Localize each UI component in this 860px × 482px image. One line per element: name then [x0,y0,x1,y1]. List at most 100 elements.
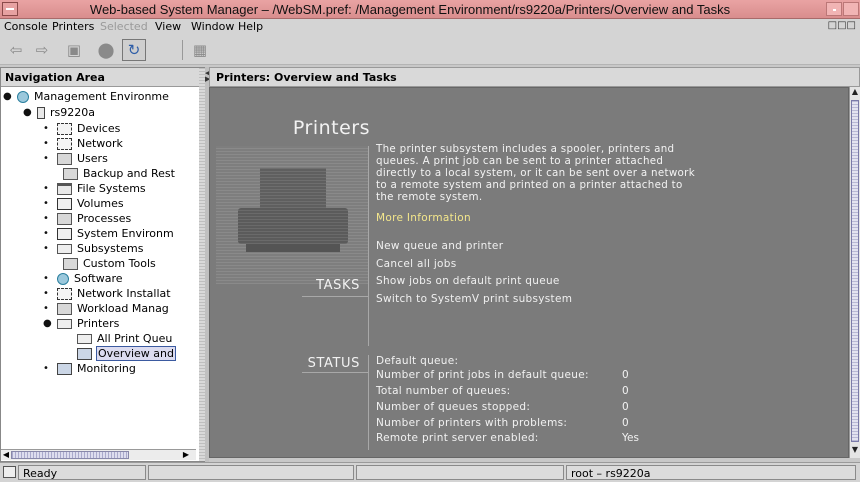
tree-node-management-environment[interactable]: ● Management Environme [3,89,170,104]
toolbar: ⇦ ⇨ ▣ ⬤ ↻ ▦ [0,35,860,65]
tree-node-processes[interactable]: • Processes [43,211,132,226]
collapse-toggle-icon[interactable]: • [43,183,57,194]
navigation-area: Navigation Area ● Management Environme ●… [0,67,205,462]
tree-node-printers[interactable]: ● Printers [43,316,120,331]
tree-node-rs9220a[interactable]: ● rs9220a [23,105,96,120]
overview-icon [77,347,92,360]
window-title: Web-based System Manager – /WebSM.pref: … [89,2,731,17]
window-controls-icon[interactable]: □□□ [828,20,856,31]
status-remote-server-value: Yes [622,432,639,444]
divider-line [368,355,369,450]
status-printers-problems-label: Number of printers with problems: [376,417,568,429]
volumes-icon [57,197,72,210]
title-bar: Web-based System Manager – /WebSM.pref: … [0,0,860,19]
menu-selected[interactable]: Selected [100,20,148,33]
collapse-toggle-icon[interactable]: • [43,198,57,209]
tree-node-volumes[interactable]: • Volumes [43,196,125,211]
scroll-down-icon[interactable]: ▼ [850,445,860,457]
tree-node-users[interactable]: • Users [43,151,109,166]
status-cell [356,465,564,480]
status-icon [3,466,16,478]
tree-node-network-installation[interactable]: • Network Installat [43,286,172,301]
printer-paper-shape [260,168,326,208]
status-label: STATUS [307,356,360,371]
network-icon [57,137,72,150]
task-new-queue-link[interactable]: New queue and printer [376,240,503,252]
workload-icon [57,302,72,315]
content-vertical-scrollbar[interactable]: ▲ ▼ [849,87,860,458]
menu-window[interactable]: Window [191,20,234,33]
description-text: The printer subsystem includes a spooler… [376,143,695,203]
stop-icon[interactable]: ⬤ [94,39,118,61]
status-printers-problems-value: 0 [622,417,629,429]
tree-node-subsystems[interactable]: • Subsystems [43,241,144,256]
divider-line [302,296,368,297]
collapse-toggle-icon[interactable]: • [43,228,57,239]
system-environment-icon [57,227,72,240]
devices-icon [57,122,72,135]
status-total-queues-value: 0 [622,385,629,397]
navigation-header: Navigation Area [1,68,204,87]
find-icon[interactable]: ▦ [188,39,212,61]
collapse-toggle-icon[interactable]: • [43,288,57,299]
menu-view[interactable]: View [155,20,181,33]
minimize-button[interactable] [826,2,842,16]
expand-toggle-icon[interactable]: ● [43,318,57,329]
scroll-up-icon[interactable]: ▲ [850,87,860,99]
scroll-thumb[interactable] [851,100,859,442]
status-queues-stopped-label: Number of queues stopped: [376,401,531,413]
scroll-thumb[interactable] [11,451,129,459]
status-queues-stopped-value: 0 [622,401,629,413]
tree-node-backup[interactable]: Backup and Rest [63,166,176,181]
collapse-toggle-icon[interactable]: • [43,243,57,254]
tree-node-devices[interactable]: • Devices [43,121,121,136]
monitoring-icon [57,362,72,375]
page-heading: Printers [292,117,370,139]
status-remote-server-label: Remote print server enabled: [376,432,539,444]
menu-help[interactable]: Help [238,20,263,33]
network-install-icon [57,287,72,300]
user-host-text: root – rs9220a [566,465,856,480]
collapse-toggle-icon[interactable]: • [43,123,57,134]
collapse-toggle-icon[interactable]: • [43,303,57,314]
tree-node-custom-tools[interactable]: Custom Tools [63,256,157,271]
menu-console[interactable]: Console [4,20,48,33]
content-pane: Printers The printer subsystem includes … [209,87,849,458]
collapse-toggle-icon[interactable]: • [43,213,57,224]
divider-line [302,372,368,373]
tree-node-network[interactable]: • Network [43,136,124,151]
status-bar: Ready root – rs9220a [0,462,860,482]
collapse-toggle-icon[interactable]: • [43,363,57,374]
printer-illustration [216,146,368,284]
printer-icon [57,318,72,329]
task-cancel-jobs-link[interactable]: Cancel all jobs [376,258,457,270]
expand-toggle-icon[interactable]: ● [3,91,17,102]
tree-node-workload-manager[interactable]: • Workload Manag [43,301,170,316]
expand-toggle-icon[interactable]: ● [23,107,37,118]
tree-node-monitoring[interactable]: • Monitoring [43,361,137,376]
tree-node-system-environment[interactable]: • System Environm [43,226,175,241]
menu-printers[interactable]: Printers [52,20,94,33]
scroll-left-icon[interactable]: ◀ [1,450,11,460]
collapse-toggle-icon[interactable]: • [43,273,57,284]
status-jobs-default-queue-value: 0 [622,369,629,381]
collapse-toggle-icon[interactable]: • [43,153,57,164]
more-information-link[interactable]: More Information [376,212,471,224]
tree-node-software[interactable]: • Software [43,271,124,286]
tree-node-file-systems[interactable]: • File Systems [43,181,147,196]
maximize-button[interactable] [843,2,859,16]
refresh-icon[interactable]: ↻ [122,39,146,61]
up-folder-icon[interactable]: ▣ [62,39,86,61]
tree-node-all-print-queues[interactable]: All Print Queu [77,331,173,346]
navigation-horizontal-scrollbar[interactable]: ◀ ▶ [1,449,196,460]
divider-line [368,296,369,346]
task-show-jobs-link[interactable]: Show jobs on default print queue [376,275,560,287]
collapse-toggle-icon[interactable]: • [43,138,57,149]
back-arrow-icon[interactable]: ⇦ [4,39,28,61]
computer-icon [37,106,45,119]
tree-node-overview-and-tasks[interactable]: Overview and [77,346,176,361]
scroll-right-icon[interactable]: ▶ [181,450,191,460]
forward-arrow-icon[interactable]: ⇨ [30,39,54,61]
status-jobs-default-queue-label: Number of print jobs in default queue: [376,369,589,381]
task-switch-systemv-link[interactable]: Switch to SystemV print subsystem [376,293,572,305]
